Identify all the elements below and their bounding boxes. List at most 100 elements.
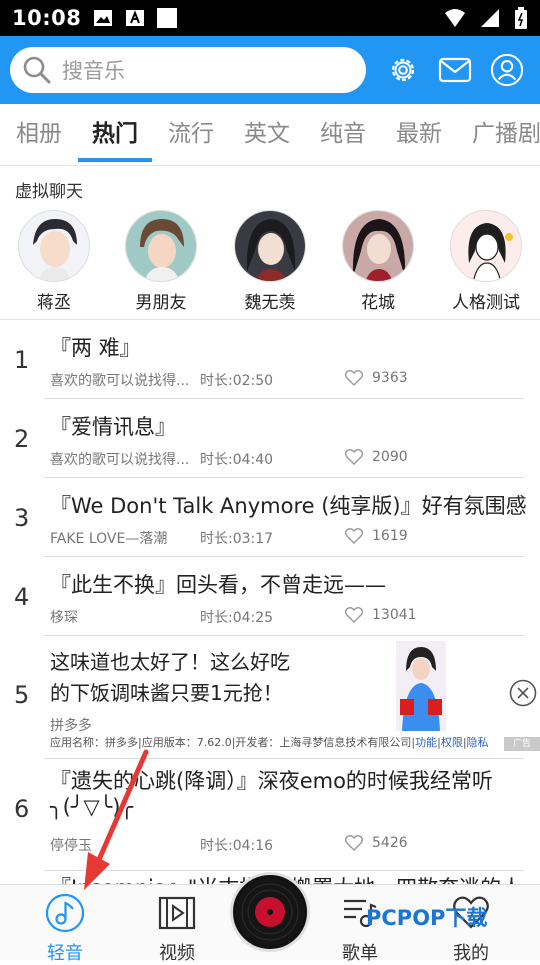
nav-label: 视频 [159,943,195,964]
tab-radio-drama[interactable]: 广播剧 [472,104,540,165]
ad-line: 这味道也太好了！这么好吃 [50,650,290,674]
ad-line: 的下饭调味酱只要1元抢！ [50,681,283,705]
song-row[interactable]: 2 『爱情讯息』 喜欢的歌可以说找得... 时长:04:40 2090 [0,399,540,478]
song-artist: 喜欢的歌可以说找得... [50,452,190,468]
song-duration: 时长:03:17 [200,531,274,547]
mail-icon [438,57,472,83]
ad-image[interactable] [396,641,446,731]
music-note-icon [45,893,85,933]
song-row[interactable]: 3 『We Don't Talk Anymore (纯享版)』好有氛围感 FAK… [0,478,540,557]
profile-button[interactable] [490,53,524,87]
ad-meta: 应用名称：拼多多|应用版本：7.62.0|开发者：上海寻梦信息技术有限公司|功能… [50,736,489,749]
tab-latest[interactable]: 最新 [396,104,442,165]
nav-label: 轻音 [47,943,83,964]
avatar [18,210,90,282]
tab-hot[interactable]: 热门 [92,104,138,165]
signal-icon [481,9,499,27]
top-header: 搜音乐 [0,36,540,104]
battery-icon [515,7,527,29]
ad-link-permissions[interactable]: 权限 [441,736,463,749]
like-count: 1619 [372,528,408,544]
watermark-logo: PCPOP下载 [366,906,488,930]
song-title: 『We Don't Talk Anymore (纯享版)』好有氛围感 [50,494,527,518]
character-list: 蒋丞 男朋友 魏无羡 花城 人格测试 [0,210,540,318]
song-title: 『爱情讯息』 [50,415,176,439]
tab-english[interactable]: 英文 [244,104,290,165]
nav-label: 歌单 [342,943,378,964]
tab-pure-music[interactable]: 纯音 [320,104,366,165]
song-rank: 5 [14,681,30,709]
song-row[interactable]: 6 『遗失的心跳(降调）』深夜emo的时候我经常听 ╮(╯▽╰)╭ 停停玉 时长… [0,759,540,871]
search-icon [23,56,51,84]
character-name: 蒋丞 [37,293,71,313]
character-name: 魏无羡 [244,293,296,313]
font-icon [126,10,145,26]
heart-icon[interactable] [344,833,364,853]
ad-text: 这味道也太好了！这么好吃 的下饭调味酱只要1元抢！ [50,647,380,709]
vinyl-record-icon [236,878,304,946]
song-artist: 栘琛 [50,610,78,626]
settings-button[interactable] [386,53,420,87]
user-icon [490,53,524,87]
nav-light-music[interactable]: 轻音 [30,893,100,965]
avatar [342,210,414,282]
like-count: 2090 [372,449,408,465]
character-item[interactable]: 男朋友 [116,210,206,313]
ad-link-privacy[interactable]: 隐私 [467,736,489,749]
character-item[interactable]: 人格测试 [441,210,531,313]
song-rank: 1 [14,346,30,374]
ad-row[interactable]: 5 这味道也太好了！这么好吃 的下饭调味酱只要1元抢！ 拼多多 应用名称：拼多多… [0,637,540,759]
like-count: 5426 [372,835,408,851]
song-rank: 2 [14,425,30,453]
avatar [125,210,197,282]
status-time: 10:08 [12,6,82,30]
messages-button[interactable] [438,53,472,87]
gear-icon [391,58,415,82]
section-title: 虚拟聊天 [15,182,83,202]
character-name: 男朋友 [135,293,187,313]
gallery-icon [94,10,113,26]
song-title: 『两 难』 [50,336,141,360]
ad-brand: 拼多多 [50,718,92,734]
nav-label: 我的 [453,943,489,964]
nav-video[interactable]: 视频 [142,893,212,965]
song-duration: 时长:04:25 [200,610,274,626]
song-artist: 喜欢的歌可以说找得... [50,373,190,389]
heart-icon[interactable] [344,605,364,625]
song-duration: 时长:04:40 [200,452,274,468]
song-row[interactable]: 1 『两 难』 喜欢的歌可以说找得... 时长:02:50 9363 [0,320,540,399]
tab-popular[interactable]: 流行 [168,104,214,165]
active-tab-indicator [78,158,152,162]
heart-icon[interactable] [344,526,364,546]
film-icon [158,896,196,930]
search-bar[interactable]: 搜音乐 [10,47,366,93]
song-row[interactable]: 4 『此生不换』回头看，不曾走远—— 栘琛 时长:04:25 13041 [0,557,540,636]
character-item[interactable]: 蒋丞 [9,210,99,313]
status-bar: 10:08 [0,0,540,36]
close-ad-icon[interactable] [509,679,537,707]
wifi-icon [445,9,465,27]
song-rank: 6 [14,795,30,823]
character-item[interactable]: 花城 [333,210,423,313]
song-title: 『遗失的心跳(降调）』深夜emo的时候我经常听 [50,769,493,793]
song-rank: 3 [14,504,30,532]
now-playing-disc[interactable] [230,872,310,952]
like-count: 9363 [372,370,408,386]
ad-meta-text: 应用名称：拼多多|应用版本：7.62.0|开发者：上海寻梦信息技术有限公司| [50,736,416,749]
song-title: 『此生不换』回头看，不曾走远—— [50,573,386,597]
song-title-continued: ╮(╯▽╰)╭ [50,795,134,819]
tab-album[interactable]: 相册 [16,104,62,165]
heart-icon[interactable] [344,447,364,467]
character-name: 花城 [361,293,395,313]
song-artist: 停停玉 [50,838,92,854]
notification-icon [157,8,178,28]
song-artist: FAKE LOVE—落潮 [50,531,168,547]
like-count: 13041 [372,607,417,623]
avatar [234,210,306,282]
divider [44,635,524,636]
ad-link-features[interactable]: 功能 [415,736,437,749]
heart-icon[interactable] [344,368,364,388]
character-item[interactable]: 魏无羡 [225,210,315,313]
ad-badge: 广告 [504,737,540,751]
avatar [450,210,522,282]
